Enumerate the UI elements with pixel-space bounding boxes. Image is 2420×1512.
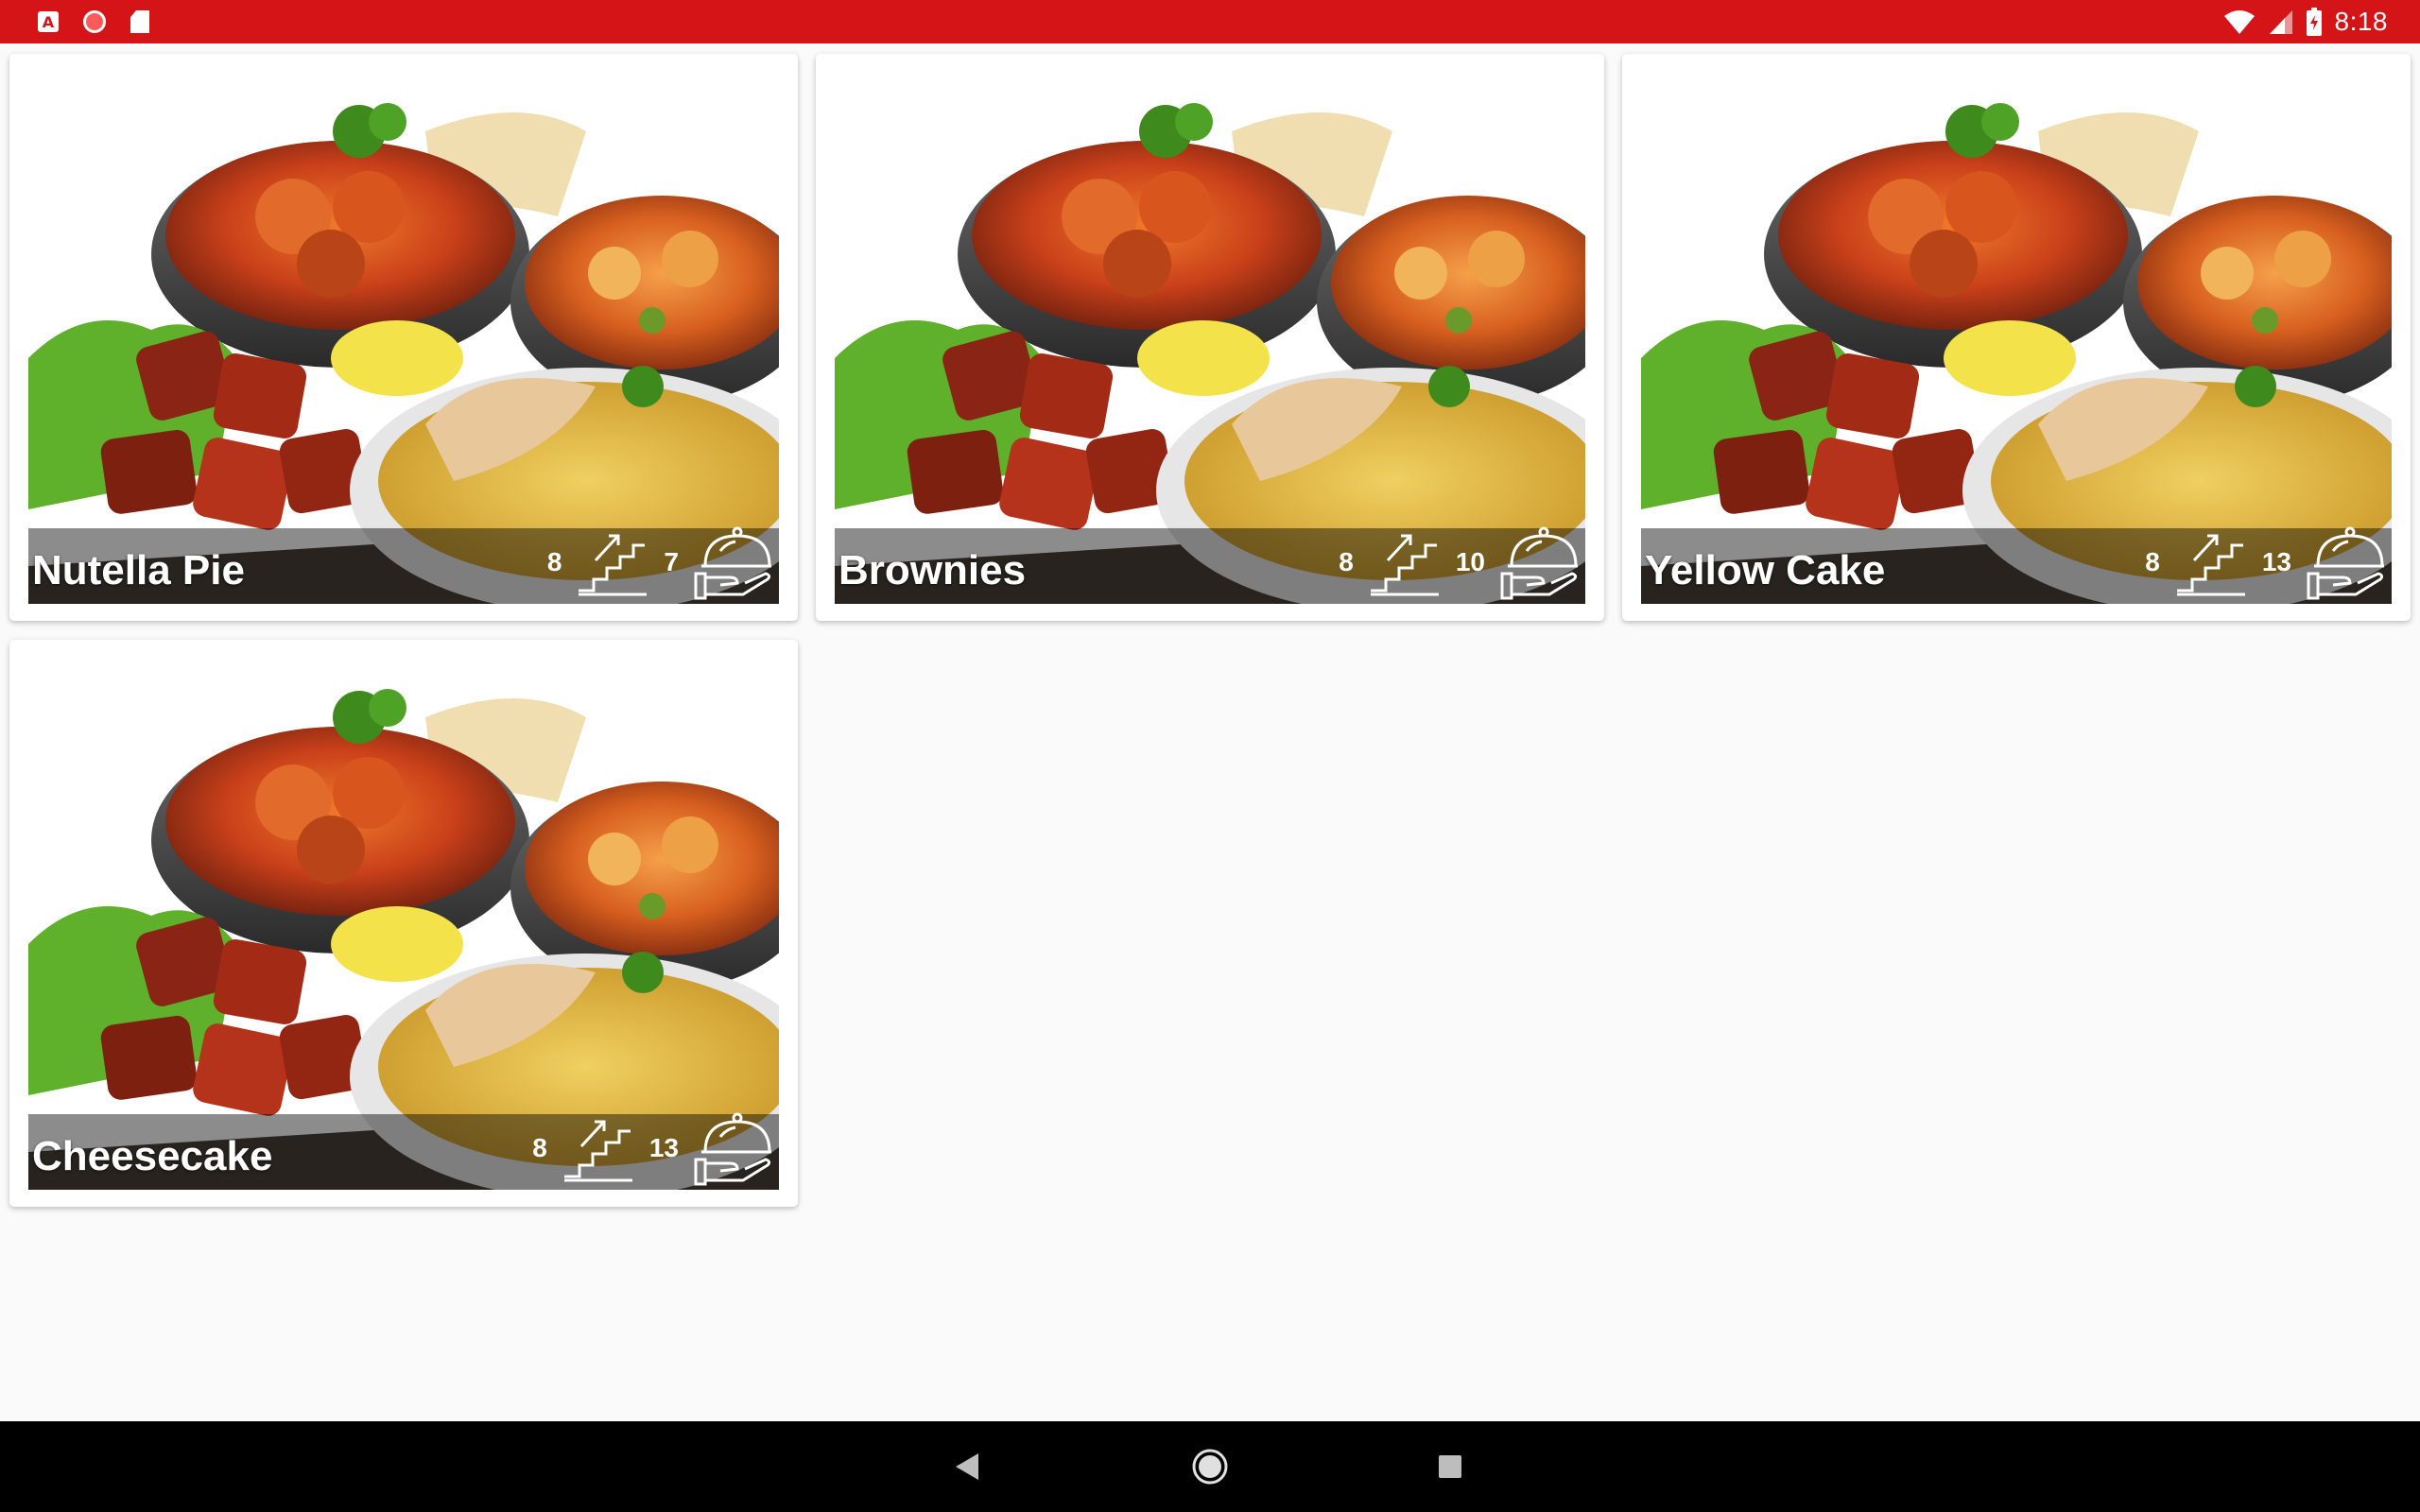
recipe-stats: 8 13 xyxy=(532,1114,771,1182)
card-caption-bar: Yellow Cake 8 13 xyxy=(1641,528,2392,604)
food-image xyxy=(28,75,779,604)
serving-cloche-icon xyxy=(692,524,771,600)
recipe-stats: 8 13 xyxy=(2145,528,2384,596)
recipe-title: Brownies xyxy=(838,547,1027,593)
stairs-icon xyxy=(1367,528,1443,596)
recipe-stats: 8 7 xyxy=(547,528,771,596)
servings-value: 13 xyxy=(648,1133,679,1162)
difficulty-value: 8 xyxy=(532,1133,547,1162)
recipe-stats: 8 10 xyxy=(1339,528,1578,596)
clock-time: 8:18 xyxy=(2334,7,2388,36)
card-caption-bar: Nutella Pie 8 7 xyxy=(28,528,779,604)
home-icon xyxy=(1192,1449,1228,1485)
recipe-title: Nutella Pie xyxy=(32,547,245,593)
stairs-icon xyxy=(2173,528,2249,596)
recipe-photo: Yellow Cake 8 13 xyxy=(1641,75,2392,604)
card-caption-bar: Cheesecake 8 13 xyxy=(28,1114,779,1190)
serving-cloche-icon xyxy=(1498,524,1578,600)
card-caption-bar: Brownies 8 10 xyxy=(835,528,1585,604)
recipe-card[interactable]: Nutella Pie 8 7 xyxy=(9,54,798,621)
difficulty-value: 8 xyxy=(546,547,562,576)
home-button[interactable] xyxy=(1172,1421,1248,1512)
difficulty-value: 8 xyxy=(2145,547,2160,576)
recipe-title: Yellow Cake xyxy=(1645,547,1886,593)
back-button[interactable] xyxy=(930,1421,1006,1512)
serving-cloche-icon xyxy=(2305,524,2384,600)
servings-value: 13 xyxy=(2261,547,2291,576)
recipe-card[interactable]: Yellow Cake 8 13 xyxy=(1622,54,2411,621)
servings-value: 10 xyxy=(1455,547,1485,576)
recipe-photo: Nutella Pie 8 7 xyxy=(28,75,779,604)
stairs-icon xyxy=(561,1114,636,1182)
recipe-title: Cheesecake xyxy=(32,1133,273,1179)
recipe-photo: Cheesecake 8 13 xyxy=(28,661,779,1190)
food-image xyxy=(1641,75,2392,604)
recents-button[interactable] xyxy=(1412,1421,1488,1512)
a-app-icon: A xyxy=(38,11,59,32)
stairs-icon xyxy=(575,528,650,596)
recents-icon xyxy=(1439,1455,1461,1478)
recipe-card[interactable]: Cheesecake 8 13 xyxy=(9,640,798,1207)
recipe-photo: Brownies 8 10 xyxy=(835,75,1585,604)
serving-cloche-icon xyxy=(692,1110,771,1186)
food-image xyxy=(835,75,1585,604)
navigation-bar xyxy=(0,1421,2420,1512)
signal-icon xyxy=(2269,10,2292,34)
record-icon xyxy=(83,10,106,33)
status-bar-left: A xyxy=(38,0,149,43)
servings-value: 7 xyxy=(664,547,679,576)
wifi-icon xyxy=(2223,10,2255,34)
battery-icon xyxy=(2306,8,2322,36)
recipe-card[interactable]: Brownies 8 10 xyxy=(816,54,1604,621)
difficulty-value: 8 xyxy=(1339,547,1354,576)
sd-card-icon xyxy=(130,10,149,33)
status-bar-right: 8:18 xyxy=(2223,0,2389,43)
back-icon xyxy=(956,1453,978,1480)
status-bar: A 8:18 xyxy=(0,0,2420,43)
food-image xyxy=(28,661,779,1190)
